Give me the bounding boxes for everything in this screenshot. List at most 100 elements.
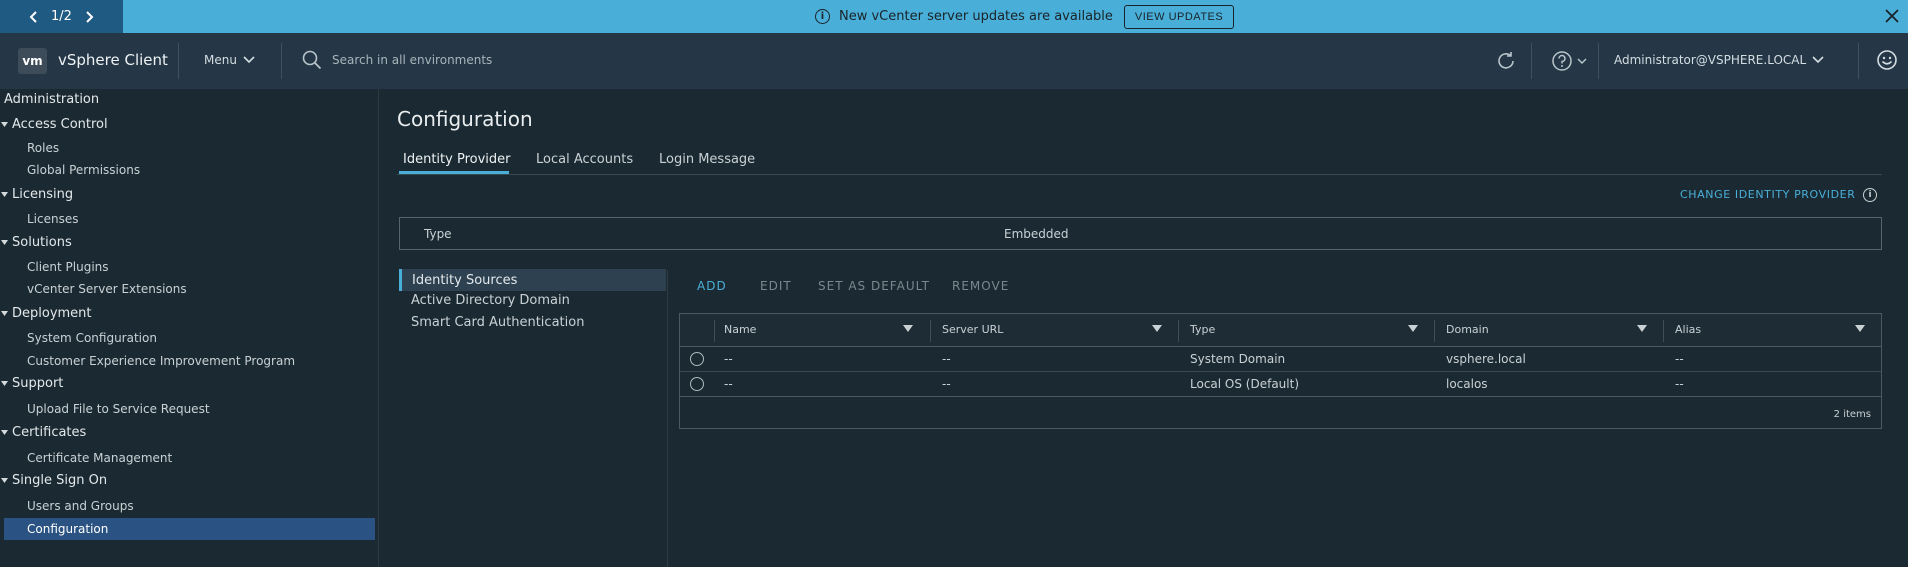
column-separator [1663, 320, 1664, 342]
sidebar-item-ceip[interactable]: Customer Experience Improvement Program [27, 354, 295, 368]
app-header: vm vSphere Client Menu Administrator@VSP… [0, 33, 1908, 89]
caret-down-icon [1, 122, 8, 127]
column-header-alias[interactable]: Alias [1675, 323, 1701, 336]
sidebar-item-client-plugins[interactable]: Client Plugins [27, 260, 109, 274]
column-separator [714, 320, 715, 342]
sidebar-item-upload-file[interactable]: Upload File to Service Request [27, 402, 210, 416]
column-header-domain[interactable]: Domain [1446, 323, 1489, 336]
nav-identity-sources[interactable]: Identity Sources [399, 269, 666, 291]
banner-pager: 1/2 [0, 0, 123, 33]
cell-server-url: -- [942, 377, 951, 391]
grid-item-count: 2 items [1833, 409, 1871, 420]
sidebar-group-access-control[interactable]: Access Control [0, 117, 108, 132]
sidebar-item-certificate-management[interactable]: Certificate Management [27, 451, 172, 465]
update-banner: 1/2 i New vCenter server updates are ava… [0, 0, 1908, 33]
filter-icon[interactable] [1152, 324, 1162, 334]
nav-active-directory-domain[interactable]: Active Directory Domain [411, 293, 570, 308]
sidebar-group-single-sign-on[interactable]: Single Sign On [0, 473, 107, 488]
filter-icon[interactable] [1408, 324, 1418, 334]
column-header-name[interactable]: Name [724, 323, 756, 336]
tab-identity-provider[interactable]: Identity Provider [403, 152, 510, 167]
admin-sidebar: Administration Access Control Roles Glob… [0, 89, 379, 567]
sidebar-item-users-and-groups[interactable]: Users and Groups [27, 499, 134, 513]
filter-icon[interactable] [1855, 324, 1865, 334]
info-icon: i [815, 9, 830, 24]
tabs-divider [397, 174, 1882, 175]
column-separator [1434, 320, 1435, 342]
sidebar-item-licenses[interactable]: Licenses [27, 212, 79, 226]
sidebar-group-certificates[interactable]: Certificates [0, 425, 86, 440]
page-title: Configuration [397, 107, 533, 131]
tab-local-accounts[interactable]: Local Accounts [536, 152, 633, 167]
sidebar-group-solutions[interactable]: Solutions [0, 235, 72, 250]
refresh-icon[interactable] [1495, 50, 1517, 72]
user-menu[interactable]: Administrator@VSPHERE.LOCAL [1614, 53, 1824, 67]
column-header-server-url[interactable]: Server URL [942, 323, 1003, 336]
edit-button[interactable]: EDIT [760, 279, 792, 293]
caret-down-icon [1, 192, 8, 197]
banner-message-wrap: i New vCenter server updates are availab… [815, 0, 1235, 33]
sidebar-group-label: Certificates [12, 425, 87, 440]
chevron-right-icon[interactable] [82, 10, 96, 24]
nav-smart-card-authentication[interactable]: Smart Card Authentication [411, 315, 584, 330]
panel-divider [667, 270, 668, 567]
cell-domain: vsphere.local [1446, 352, 1526, 366]
change-identity-provider-link[interactable]: CHANGE IDENTITY PROVIDER [1680, 188, 1855, 201]
header-divider [1531, 43, 1532, 79]
tab-login-message[interactable]: Login Message [659, 152, 755, 167]
column-separator [930, 320, 931, 342]
cell-type: Local OS (Default) [1190, 377, 1300, 391]
cell-alias: -- [1675, 352, 1684, 366]
cell-name: -- [724, 352, 733, 366]
chevron-left-icon[interactable] [27, 10, 41, 24]
cell-domain: localos [1446, 377, 1488, 391]
grid-header: Name Server URL Type Domain Alias [680, 314, 1881, 347]
sidebar-group-label: Single Sign On [12, 473, 108, 488]
cell-type: System Domain [1190, 352, 1286, 366]
sidebar-group-licensing[interactable]: Licensing [0, 187, 73, 202]
caret-down-icon [1, 311, 8, 316]
header-divider [1598, 43, 1599, 79]
cell-server-url: -- [942, 352, 951, 366]
header-divider [281, 43, 282, 79]
table-row[interactable]: -- -- Local OS (Default) localos -- [680, 372, 1881, 397]
filter-icon[interactable] [903, 324, 913, 334]
sidebar-group-deployment[interactable]: Deployment [0, 306, 92, 321]
header-divider [178, 43, 179, 79]
help-menu[interactable] [1551, 50, 1587, 72]
sidebar-item-vcenter-server-extensions[interactable]: vCenter Server Extensions [27, 282, 187, 296]
help-icon [1552, 51, 1572, 71]
menu-button[interactable]: Menu [204, 53, 255, 67]
column-header-type[interactable]: Type [1190, 323, 1215, 336]
view-updates-button[interactable]: VIEW UPDATES [1123, 4, 1235, 29]
user-name: Administrator@VSPHERE.LOCAL [1614, 53, 1807, 67]
sidebar-item-global-permissions[interactable]: Global Permissions [27, 163, 140, 177]
identity-provider-type-box: Type Embedded [399, 217, 1882, 250]
banner-message: New vCenter server updates are available [839, 9, 1113, 24]
set-as-default-button[interactable]: SET AS DEFAULT [818, 279, 930, 293]
remove-button[interactable]: REMOVE [952, 279, 1009, 293]
search-input[interactable] [332, 53, 632, 67]
caret-down-icon [1, 240, 8, 245]
add-button[interactable]: ADD [697, 279, 727, 293]
sidebar-group-label: Support [12, 376, 64, 391]
sidebar-group-support[interactable]: Support [0, 376, 63, 391]
caret-down-icon [1, 430, 8, 435]
row-select-radio[interactable] [690, 352, 704, 366]
sidebar-item-configuration[interactable]: Configuration [4, 518, 375, 540]
global-search [302, 50, 632, 70]
app-title[interactable]: vSphere Client [58, 51, 168, 69]
sidebar-item-roles[interactable]: Roles [27, 141, 59, 155]
feedback-smiley-icon[interactable] [1876, 49, 1898, 71]
filter-icon[interactable] [1637, 324, 1647, 334]
sidebar-item-system-configuration[interactable]: System Configuration [27, 331, 157, 345]
menu-label: Menu [204, 53, 237, 67]
close-icon[interactable] [1884, 8, 1900, 24]
vmware-logo[interactable]: vm [18, 48, 47, 74]
info-icon[interactable]: i [1863, 188, 1877, 202]
row-select-radio[interactable] [690, 377, 704, 391]
chevron-down-icon [1812, 56, 1824, 64]
table-row[interactable]: -- -- System Domain vsphere.local -- [680, 347, 1881, 372]
sidebar-group-label: Access Control [12, 117, 108, 132]
column-separator [1178, 320, 1179, 342]
